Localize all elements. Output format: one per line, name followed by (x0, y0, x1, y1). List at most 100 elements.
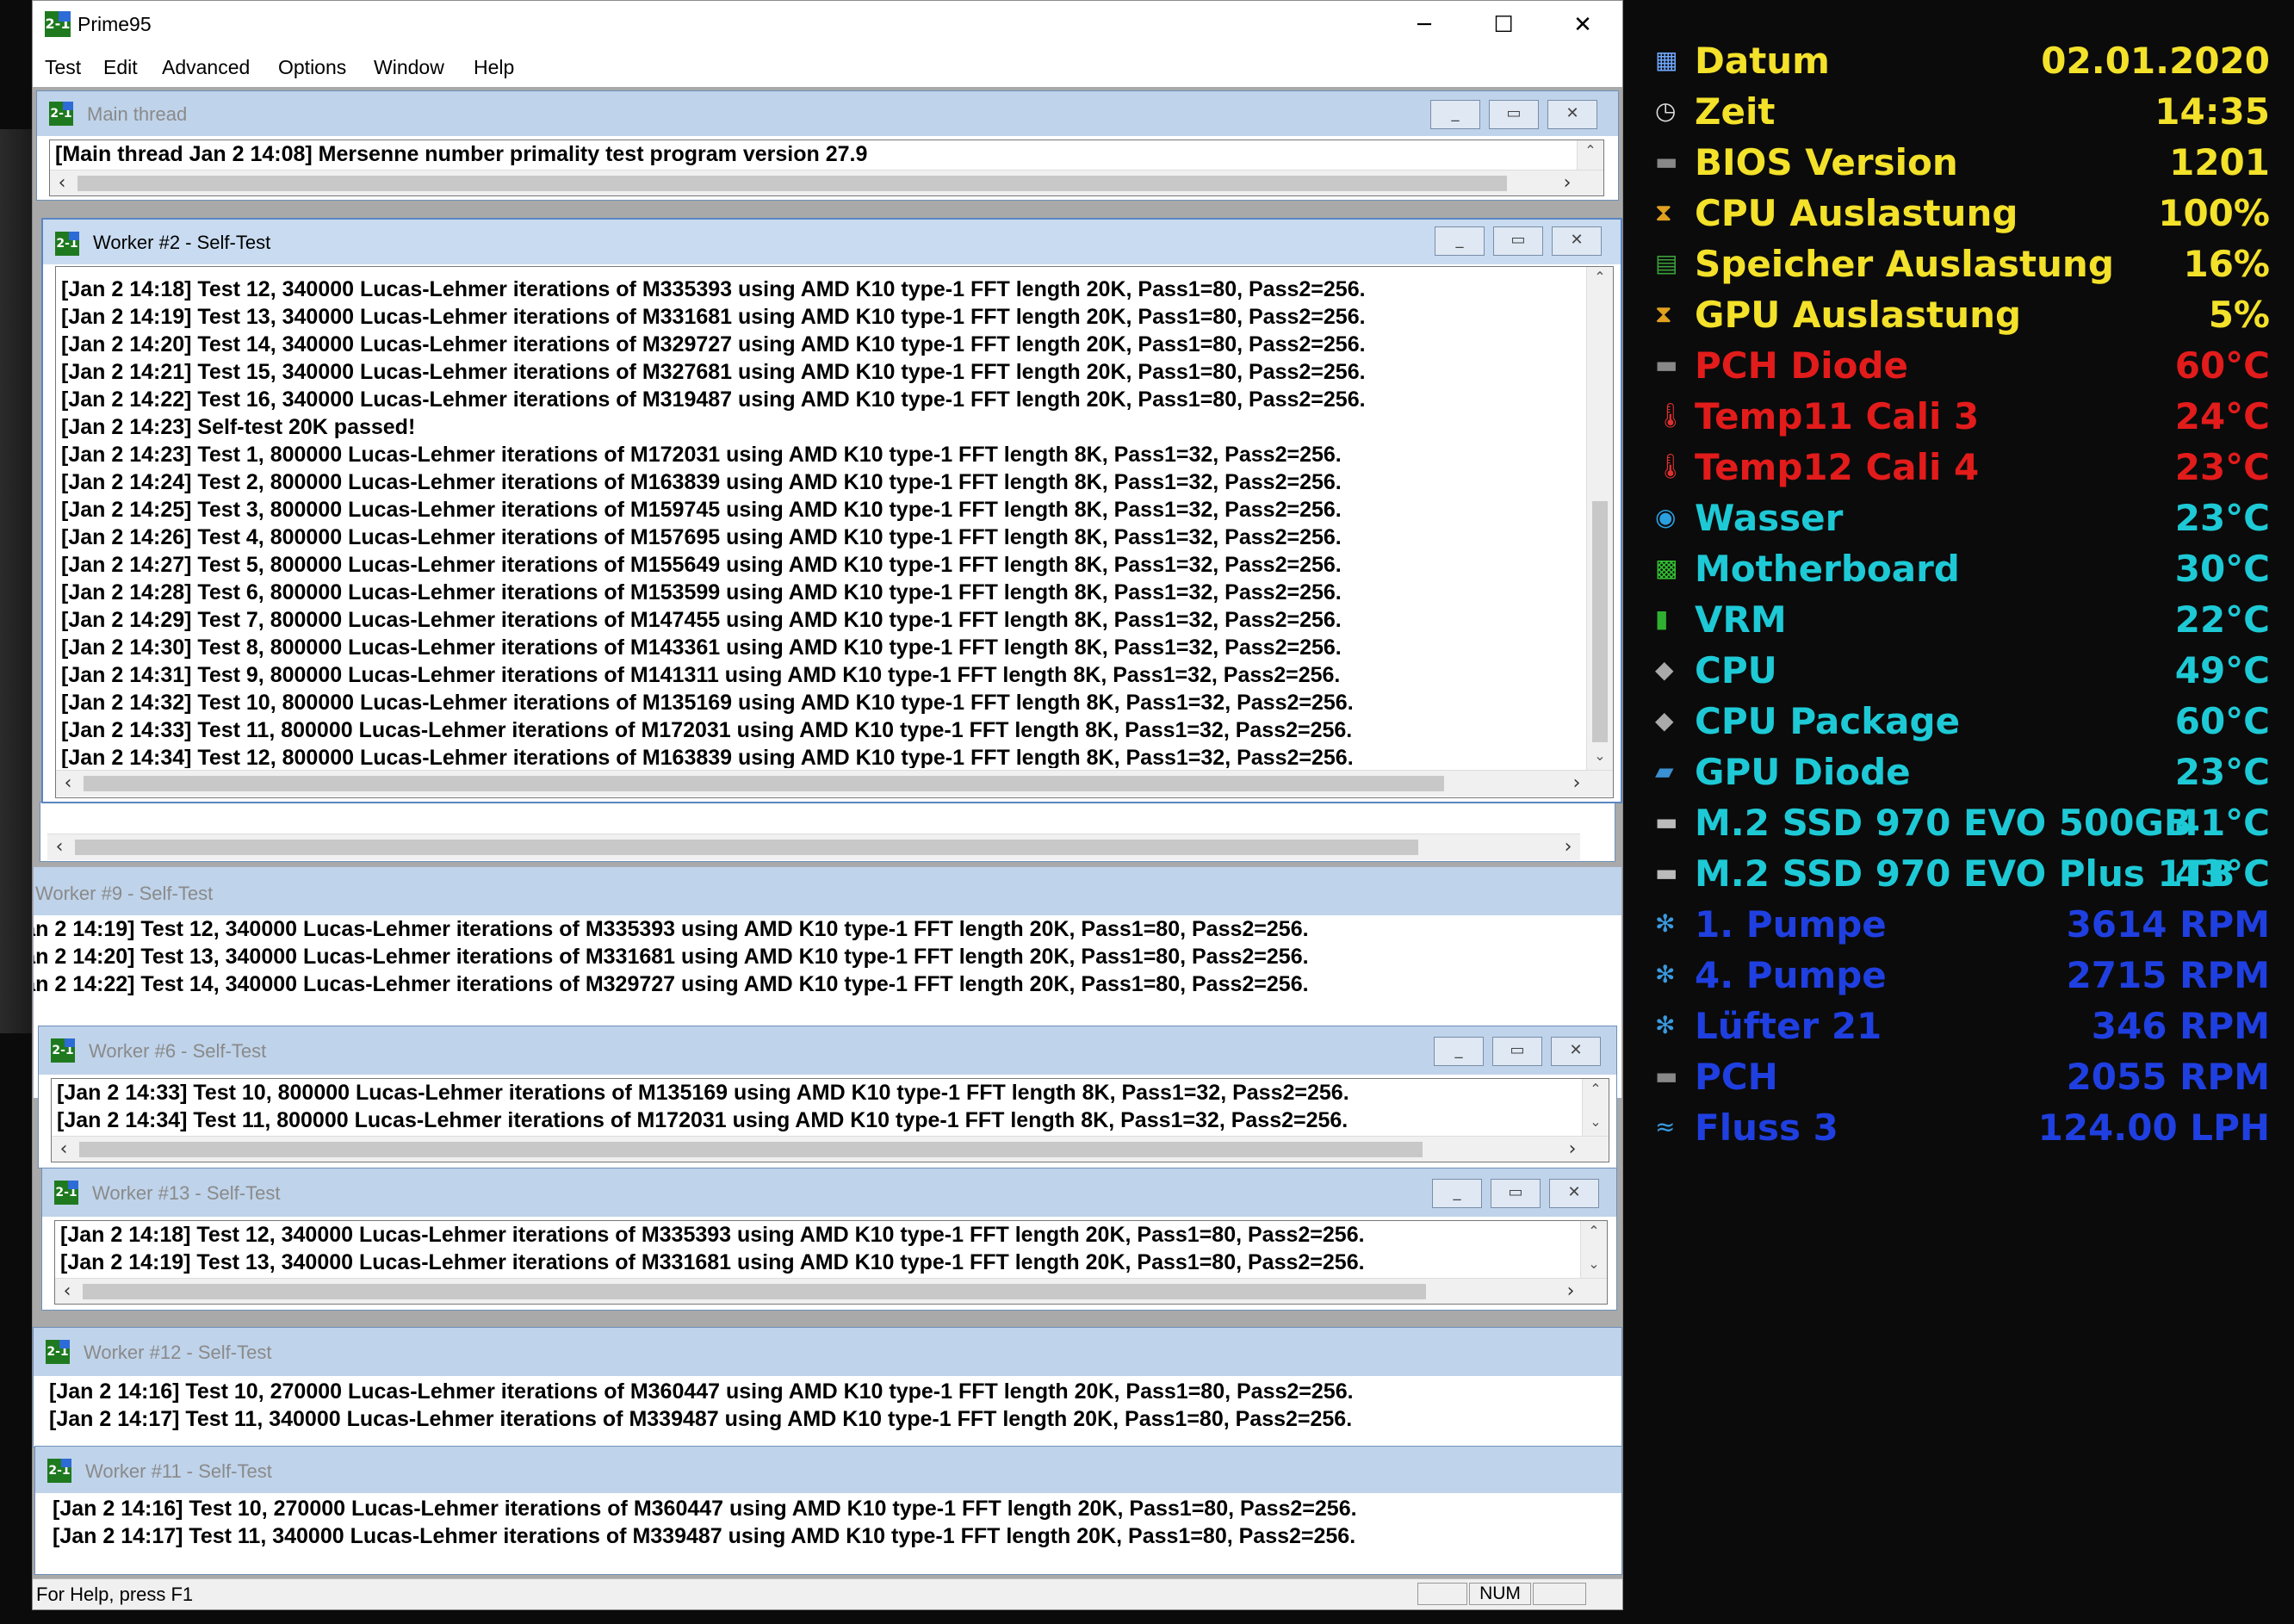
ssd-icon: ▬ (1655, 858, 1678, 887)
prime95-app-icon: 2-1 (46, 1340, 70, 1364)
scroll-up-icon[interactable]: ⌃ (1581, 1223, 1607, 1243)
calendar-icon: ▦ (1655, 46, 1678, 74)
log-line: [Jan 2 14:23] Test 1, 800000 Lucas-Lehme… (61, 443, 1342, 467)
worker-12-window[interactable]: 2-1 Worker #12 - Self-Test [Jan 2 14:16]… (33, 1327, 1622, 1447)
worker-11-log[interactable]: [Jan 2 14:16] Test 10, 270000 Lucas-Lehm… (47, 1495, 1621, 1564)
menu-options[interactable]: Options (278, 56, 346, 79)
sensor-value: 23°C (2174, 497, 2270, 539)
sensor-row: ▬ PCH Diode 60°C (1653, 343, 2270, 394)
vertical-scrollbar[interactable]: ⌃ ⌄ (1582, 1079, 1609, 1136)
worker-13-window[interactable]: 2-1 Worker #13 - Self-Test _ ▭ ✕ [Jan 2 … (41, 1168, 1617, 1311)
horizontal-scrollbar[interactable]: ‹ › (50, 170, 1603, 195)
window-title: Prime95 (78, 13, 152, 35)
close-icon[interactable]: ✕ (1549, 1179, 1599, 1208)
log-line: [Jan 2 14:28] Test 6, 800000 Lucas-Lehme… (61, 580, 1342, 604)
scroll-right-icon[interactable]: › (1556, 834, 1580, 860)
background-worker-window[interactable]: ‹ › (40, 802, 1615, 862)
vertical-scrollbar[interactable]: ⌃ (1577, 140, 1603, 171)
worker-11-caption[interactable]: 2-1 Worker #11 - Self-Test (35, 1447, 1621, 1493)
menu-bar: Test Edit Advanced Options Window Help (33, 51, 1622, 87)
scroll-up-icon[interactable]: ⌃ (1578, 142, 1603, 163)
scroll-left-icon[interactable]: ‹ (56, 771, 80, 797)
scroll-up-icon[interactable]: ⌃ (1583, 1081, 1609, 1101)
scroll-down-icon[interactable]: ⌄ (1583, 1113, 1609, 1134)
fan-icon: ✻ (1655, 960, 1676, 989)
motherboard-icon: ▩ (1655, 554, 1678, 582)
scroll-down-icon[interactable]: ⌄ (1587, 747, 1613, 768)
sensor-name: Wasser (1695, 497, 1844, 539)
close-button[interactable]: ✕ (1543, 1, 1622, 49)
scroll-thumb[interactable] (78, 176, 1507, 191)
scroll-right-icon[interactable]: › (1565, 771, 1589, 797)
minimize-icon[interactable]: _ (1430, 100, 1480, 129)
horizontal-scrollbar[interactable]: ‹ › (55, 1278, 1607, 1304)
sensor-name: CPU Auslastung (1695, 192, 2018, 234)
worker-13-log[interactable]: [Jan 2 14:18] Test 12, 340000 Lucas-Lehm… (54, 1220, 1608, 1305)
scroll-thumb[interactable] (75, 840, 1418, 855)
horizontal-scrollbar[interactable]: ‹ › (47, 834, 1580, 860)
worker-11-window[interactable]: 2-1 Worker #11 - Self-Test [Jan 2 14:16]… (34, 1446, 1622, 1575)
scroll-right-icon[interactable]: › (1559, 1279, 1583, 1304)
scroll-thumb[interactable] (84, 776, 1444, 791)
sensor-name: 4. Pumpe (1695, 954, 1887, 996)
sensor-value: 1201 (2169, 141, 2270, 183)
scroll-thumb[interactable] (1592, 501, 1608, 742)
close-icon[interactable]: ✕ (1547, 100, 1597, 129)
worker-6-caption[interactable]: 2-1 Worker #6 - Self-Test _ ▭ ✕ (39, 1026, 1616, 1075)
chip-icon: ▬ (1655, 350, 1678, 379)
worker-9-caption[interactable]: Worker #9 - Self-Test (34, 867, 1621, 915)
scroll-up-icon[interactable]: ⌃ (1587, 269, 1613, 289)
scroll-down-icon[interactable]: ⌄ (1581, 1255, 1607, 1276)
horizontal-scrollbar[interactable]: ‹ › (56, 770, 1613, 797)
sensor-name: Temp12 Cali 4 (1695, 446, 1980, 488)
scroll-left-icon[interactable]: ‹ (50, 170, 74, 195)
worker-9-log[interactable]: [Jan 2 14:19] Test 12, 340000 Lucas-Lehm… (34, 915, 1589, 1010)
worker-12-caption[interactable]: 2-1 Worker #12 - Self-Test (34, 1328, 1621, 1376)
minimize-icon[interactable]: _ (1434, 1037, 1484, 1066)
vertical-scrollbar[interactable]: ⌃ ⌄ (1580, 1221, 1607, 1278)
menu-window[interactable]: Window (374, 56, 444, 79)
scroll-thumb[interactable] (83, 1284, 1426, 1299)
restore-icon[interactable]: ▭ (1492, 1037, 1542, 1066)
scroll-right-icon[interactable]: › (1560, 1137, 1584, 1162)
main-thread-window[interactable]: 2-1 Main thread _ ▭ ✕ [Main thread Jan 2… (36, 90, 1619, 201)
menu-advanced[interactable]: Advanced (162, 56, 250, 79)
minimize-icon[interactable]: _ (1432, 1179, 1482, 1208)
sensor-value: 2715 RPM (2066, 954, 2270, 996)
num-lock-indicator: NUM (1469, 1583, 1531, 1605)
worker-13-caption[interactable]: 2-1 Worker #13 - Self-Test _ ▭ ✕ (42, 1168, 1616, 1217)
scroll-left-icon[interactable]: ‹ (47, 834, 71, 860)
scroll-left-icon[interactable]: ‹ (52, 1137, 76, 1162)
menu-edit[interactable]: Edit (103, 56, 138, 79)
log-line: [Jan 2 14:26] Test 4, 800000 Lucas-Lehme… (61, 525, 1342, 549)
scroll-left-icon[interactable]: ‹ (55, 1279, 79, 1304)
scroll-thumb[interactable] (79, 1142, 1423, 1157)
worker-13-title: Worker #13 - Self-Test (92, 1182, 281, 1204)
worker-12-log[interactable]: [Jan 2 14:16] Test 10, 270000 Lucas-Lehm… (44, 1378, 1620, 1443)
scroll-right-icon[interactable]: › (1555, 170, 1579, 195)
menu-test[interactable]: Test (45, 56, 81, 79)
worker-6-log[interactable]: [Jan 2 14:33] Test 10, 800000 Lucas-Lehm… (51, 1078, 1609, 1162)
main-thread-caption[interactable]: 2-1 Main thread _ ▭ ✕ (37, 91, 1618, 136)
vertical-scrollbar[interactable]: ⌃ ⌄ (1586, 267, 1613, 770)
restore-icon[interactable]: ▭ (1493, 226, 1543, 256)
worker-2-caption[interactable]: 2-1 Worker #2 - Self-Test _ ▭ ✕ (43, 220, 1621, 264)
close-icon[interactable]: ✕ (1552, 226, 1602, 256)
minimize-icon[interactable]: _ (1435, 226, 1485, 256)
maximize-button[interactable]: ☐ (1464, 1, 1543, 49)
main-thread-log[interactable]: [Main thread Jan 2 14:08] Mersenne numbe… (49, 139, 1604, 196)
title-bar[interactable]: 2-1 Prime95 ─ ☐ ✕ (33, 1, 1622, 51)
restore-icon[interactable]: ▭ (1491, 1179, 1541, 1208)
menu-help[interactable]: Help (474, 56, 514, 79)
sensor-name: Motherboard (1695, 548, 1960, 590)
sensor-value: 02.01.2020 (2041, 40, 2270, 82)
restore-icon[interactable]: ▭ (1489, 100, 1539, 129)
horizontal-scrollbar[interactable]: ‹ › (52, 1136, 1609, 1162)
sensor-value: 60°C (2174, 700, 2270, 742)
worker-2-window[interactable]: 2-1 Worker #2 - Self-Test _ ▭ ✕ [Jan 2 1… (41, 218, 1622, 803)
minimize-button[interactable]: ─ (1385, 1, 1464, 49)
water-drop-icon: ◉ (1655, 503, 1677, 531)
worker-2-log[interactable]: [Jan 2 14:18] Test 12, 340000 Lucas-Lehm… (55, 266, 1614, 798)
worker-6-window[interactable]: 2-1 Worker #6 - Self-Test _ ▭ ✕ [Jan 2 1… (38, 1026, 1617, 1168)
close-icon[interactable]: ✕ (1551, 1037, 1601, 1066)
